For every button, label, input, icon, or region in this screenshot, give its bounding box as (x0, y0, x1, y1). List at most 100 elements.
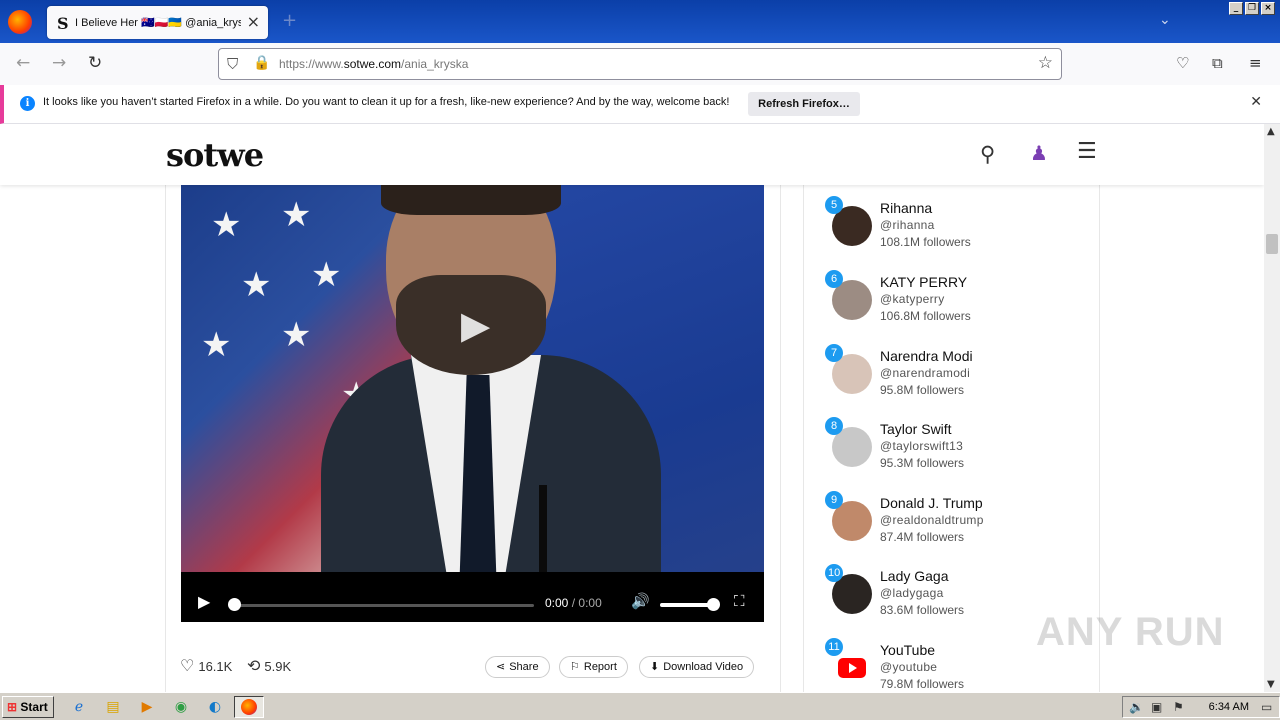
play-overlay-icon[interactable]: ▶ (461, 303, 490, 347)
user-icon[interactable]: ♟ (1030, 141, 1048, 165)
browser-tab[interactable]: S I Believe Her 🇦🇺🇵🇱🇺🇦 @ania_kryska × (47, 6, 268, 39)
refresh-firefox-button[interactable]: Refresh Firefox… (748, 92, 860, 116)
forward-icon[interactable]: → (52, 53, 66, 73)
retweet-button[interactable]: ⟲ 5.9K (247, 656, 291, 676)
account-name[interactable]: YouTube (880, 642, 935, 658)
retweet-icon: ⟲ (247, 658, 261, 675)
vertical-scrollbar[interactable]: ▲ ▼ (1264, 124, 1280, 692)
network-tray-icon[interactable]: ▣ (1151, 700, 1162, 714)
tab-favicon-icon: S (57, 14, 69, 33)
app-menu-icon[interactable]: ≡ (1249, 54, 1262, 72)
download-video-button[interactable]: ⬇ Download Video (639, 656, 755, 678)
flag-tray-icon[interactable]: ⚑ (1173, 700, 1184, 714)
share-label: Share (509, 661, 539, 673)
url-domain: sotwe.com (343, 57, 402, 71)
firefox-icon (241, 699, 257, 715)
search-icon[interactable]: ⚲ (980, 142, 995, 166)
scrollbar-thumb[interactable] (1266, 234, 1278, 254)
account-name[interactable]: Taylor Swift (880, 421, 952, 437)
list-item[interactable]: 7 Narendra Modi @narendramodi 95.8M foll… (825, 344, 1085, 416)
extensions-icon[interactable]: ⧉ (1212, 54, 1223, 72)
video-frame-star: ★ (311, 255, 342, 295)
close-notification-icon[interactable]: ✕ (1250, 94, 1262, 110)
url-path: /ania_kryska (401, 57, 469, 71)
like-count: 16.1K (198, 659, 233, 674)
url-bar[interactable]: ⛉ 🔒 https://www.sotwe.com/ania_kryska ☆ (218, 48, 1062, 80)
fullscreen-icon[interactable]: ⛶ (734, 592, 745, 610)
scroll-up-icon[interactable]: ▲ (1267, 126, 1275, 137)
firefox-menu-icon[interactable] (8, 10, 32, 34)
volume-handle[interactable] (707, 598, 720, 611)
rank-badge: 9 (825, 491, 843, 509)
system-tray: 🔉 ▣ ⚑ 6:34 AM ▭ (1122, 696, 1280, 718)
like-button[interactable]: ♡ 16.1K (180, 656, 232, 676)
site-logo[interactable]: sotwe (166, 136, 264, 174)
rank-badge: 11 (825, 638, 843, 656)
edge-icon[interactable]: ◐ (204, 697, 226, 717)
account-handle: @katyperry (880, 292, 945, 306)
restore-window-button[interactable]: ❐ (1245, 2, 1259, 15)
video-player[interactable]: ★ ★ ★ ★ ★ ★ ★ ▶ ▶ 0:00 / 0:00 🔊 ⛶ (181, 185, 764, 622)
video-frame-star: ★ (201, 325, 232, 365)
back-icon[interactable]: ← (16, 53, 30, 73)
chrome-icon[interactable]: ◉ (170, 697, 192, 717)
account-followers: 83.6M followers (880, 603, 965, 617)
list-item[interactable]: 9 Donald J. Trump @realdonaldtrump 87.4M… (825, 491, 1085, 563)
retweet-count: 5.9K (264, 659, 292, 674)
start-button[interactable]: ⊞ Start (2, 696, 54, 718)
taskbar-firefox-button[interactable] (234, 696, 264, 718)
media-player-icon[interactable]: ▶ (136, 697, 158, 717)
volume-icon[interactable]: 🔊 (631, 592, 650, 610)
share-button[interactable]: ⋖ Share (485, 656, 550, 678)
account-name[interactable]: Donald J. Trump (880, 495, 983, 511)
bookmark-star-icon[interactable]: ☆ (1038, 53, 1053, 73)
account-handle: @taylorswift13 (880, 439, 964, 453)
account-name[interactable]: KATY PERRY (880, 274, 967, 290)
web-page: sotwe ⚲ ♟ ☰ ★ ★ ★ ★ ★ ★ ★ ▶ ▶ 0:00 / 0:0… (0, 124, 1264, 692)
video-frame-star: ★ (281, 315, 312, 355)
list-item[interactable]: 5 Rihanna @rihanna 108.1M followers (825, 196, 1085, 268)
lock-icon[interactable]: 🔒 (253, 55, 270, 71)
download-icon: ⬇ (650, 661, 660, 673)
volume-tray-icon[interactable]: 🔉 (1129, 700, 1144, 714)
account-name[interactable]: Rihanna (880, 200, 932, 216)
rank-badge: 8 (825, 417, 843, 435)
tracking-protection-shield-icon[interactable]: ⛉ (227, 55, 238, 73)
clock: 6:34 AM (1208, 701, 1249, 713)
tweet-actions: ♡ 16.1K ⟲ 5.9K ⋖ Share ⚐ Report ⬇ Download Vi… (180, 654, 770, 684)
list-item[interactable]: 6 KATY PERRY @katyperry 106.8M followers (825, 270, 1085, 342)
heart-icon: ♡ (180, 658, 195, 675)
new-tab-icon[interactable]: + (282, 10, 297, 31)
tab-close-icon[interactable]: × (247, 12, 260, 31)
reload-icon[interactable]: ↻ (88, 53, 102, 73)
pocket-icon[interactable]: ♡ (1176, 54, 1189, 72)
file-explorer-icon[interactable]: ▤ (102, 697, 124, 717)
account-name[interactable]: Narendra Modi (880, 348, 973, 364)
close-window-button[interactable]: × (1261, 2, 1275, 15)
video-time: 0:00 / 0:00 (545, 596, 602, 610)
video-frame-star: ★ (211, 205, 242, 245)
account-followers: 95.8M followers (880, 383, 965, 397)
list-all-tabs-icon[interactable]: ⌄ (1159, 12, 1171, 28)
scroll-down-icon[interactable]: ▼ (1267, 679, 1275, 690)
hamburger-menu-icon[interactable]: ☰ (1077, 139, 1097, 164)
minimize-window-button[interactable]: _ (1229, 2, 1243, 15)
show-desktop-icon[interactable]: ▭ (1261, 700, 1272, 714)
info-icon: i (20, 96, 35, 111)
account-handle: @rihanna (880, 218, 935, 232)
browser-titlebar: S I Believe Her 🇦🇺🇵🇱🇺🇦 @ania_kryska × + … (0, 0, 1280, 43)
list-item[interactable]: 8 Taylor Swift @taylorswift13 95.3M foll… (825, 417, 1085, 489)
url-text[interactable]: https://www.sotwe.com/ania_kryska (279, 57, 468, 71)
windows-logo-icon: ⊞ (7, 700, 18, 714)
account-followers: 108.1M followers (880, 235, 971, 249)
account-name[interactable]: Lady Gaga (880, 568, 949, 584)
seek-handle[interactable] (228, 598, 241, 611)
seek-bar[interactable] (231, 604, 534, 607)
account-handle: @realdonaldtrump (880, 513, 984, 527)
internet-explorer-icon[interactable]: ℯ (68, 697, 90, 717)
time-separator: / (571, 596, 576, 610)
report-button[interactable]: ⚐ Report (559, 656, 628, 678)
anyrun-watermark: ANY RUN (1036, 610, 1225, 654)
play-icon[interactable]: ▶ (198, 592, 210, 611)
notification-bar: i It looks like you haven’t started Fire… (0, 85, 1280, 124)
